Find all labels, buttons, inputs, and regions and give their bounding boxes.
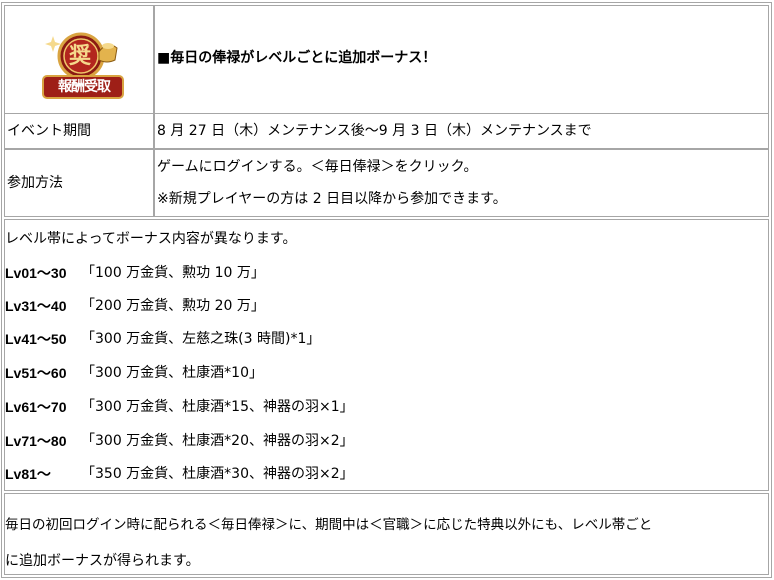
reward-text: 「350 万金貨、杜康酒*30、神器の羽×2」 — [81, 466, 354, 482]
method-label: 参加方法 — [7, 175, 63, 191]
list-item: Lv51～60 「300 万金貨、杜康酒*10」 — [5, 364, 705, 382]
period-label-cell: イベント期間 — [4, 113, 154, 149]
level-range: Lv51～60 — [5, 365, 67, 381]
note-line-1: 毎日の初回ログイン時に配られる＜毎日俸禄＞に、期間中は＜官職＞に応じた特典以外に… — [5, 517, 653, 533]
method-line-2: ※新規プレイヤーの方は 2 日目以降から参加できます。 — [157, 191, 507, 207]
list-item: Lv41～50 「300 万金貨、左慈之珠(3 時間)*1」 — [5, 330, 705, 348]
list-item: Lv61～70 「300 万金貨、杜康酒*15、神器の羽×1」 — [5, 398, 705, 416]
reward-icon: 奨 報酬受取 — [41, 26, 127, 102]
bonus-intro: レベル帯によってボーナス内容が異なります。 — [5, 231, 297, 247]
level-range: Lv01～30 — [5, 265, 67, 281]
page-title: ■毎日の俸禄がレベルごとに追加ボーナス！ — [157, 50, 437, 66]
reward-text: 「300 万金貨、杜康酒*20、神器の羽×2」 — [81, 433, 354, 449]
icon-label: 報酬受取 — [58, 79, 111, 95]
reward-text: 「300 万金貨、左慈之珠(3 時間)*1」 — [81, 331, 321, 347]
method-label-cell: 参加方法 — [4, 149, 154, 217]
list-item: Lv31～40 「200 万金貨、勲功 20 万」 — [5, 297, 705, 315]
period-value: 8 月 27 日（木）メンテナンス後～9 月 3 日（木）メンテナンスまで — [157, 123, 592, 139]
level-range: Lv81～ — [5, 466, 51, 482]
reward-text: 「200 万金貨、勲功 20 万」 — [81, 298, 265, 314]
list-item: Lv01～30 「100 万金貨、勲功 10 万」 — [5, 264, 705, 282]
note-line-2: に追加ボーナスが得られます。 — [5, 553, 200, 569]
period-label: イベント期間 — [7, 123, 91, 139]
event-table: 奨 報酬受取 ■毎日の俸禄がレベルごとに追加ボーナス！ イベント期間 8 月 2… — [1, 2, 772, 578]
method-value-cell: ゲームにログインする。＜毎日俸禄＞をクリック。 ※新規プレイヤーの方は 2 日目… — [154, 149, 769, 217]
level-range: Lv71～80 — [5, 433, 67, 449]
reward-text: 「300 万金貨、杜康酒*10」 — [81, 365, 263, 381]
reward-text: 「300 万金貨、杜康酒*15、神器の羽×1」 — [81, 399, 354, 415]
list-item: Lv71～80 「300 万金貨、杜康酒*20、神器の羽×2」 — [5, 432, 705, 450]
method-line-1: ゲームにログインする。＜毎日俸禄＞をクリック。 — [157, 159, 478, 175]
level-range: Lv41～50 — [5, 331, 67, 347]
icon-glyph: 奨 — [69, 43, 92, 69]
reward-text: 「100 万金貨、勲功 10 万」 — [81, 265, 265, 281]
level-range: Lv31～40 — [5, 298, 67, 314]
period-value-cell: 8 月 27 日（木）メンテナンス後～9 月 3 日（木）メンテナンスまで — [154, 113, 769, 149]
note-cell: 毎日の初回ログイン時に配られる＜毎日俸禄＞に、期間中は＜官職＞に応じた特典以外に… — [4, 493, 769, 575]
bonus-cell: レベル帯によってボーナス内容が異なります。 Lv01～30 「100 万金貨、勲… — [4, 219, 769, 491]
list-item: Lv81～ 「350 万金貨、杜康酒*30、神器の羽×2」 — [5, 465, 705, 483]
level-range: Lv61～70 — [5, 399, 67, 415]
